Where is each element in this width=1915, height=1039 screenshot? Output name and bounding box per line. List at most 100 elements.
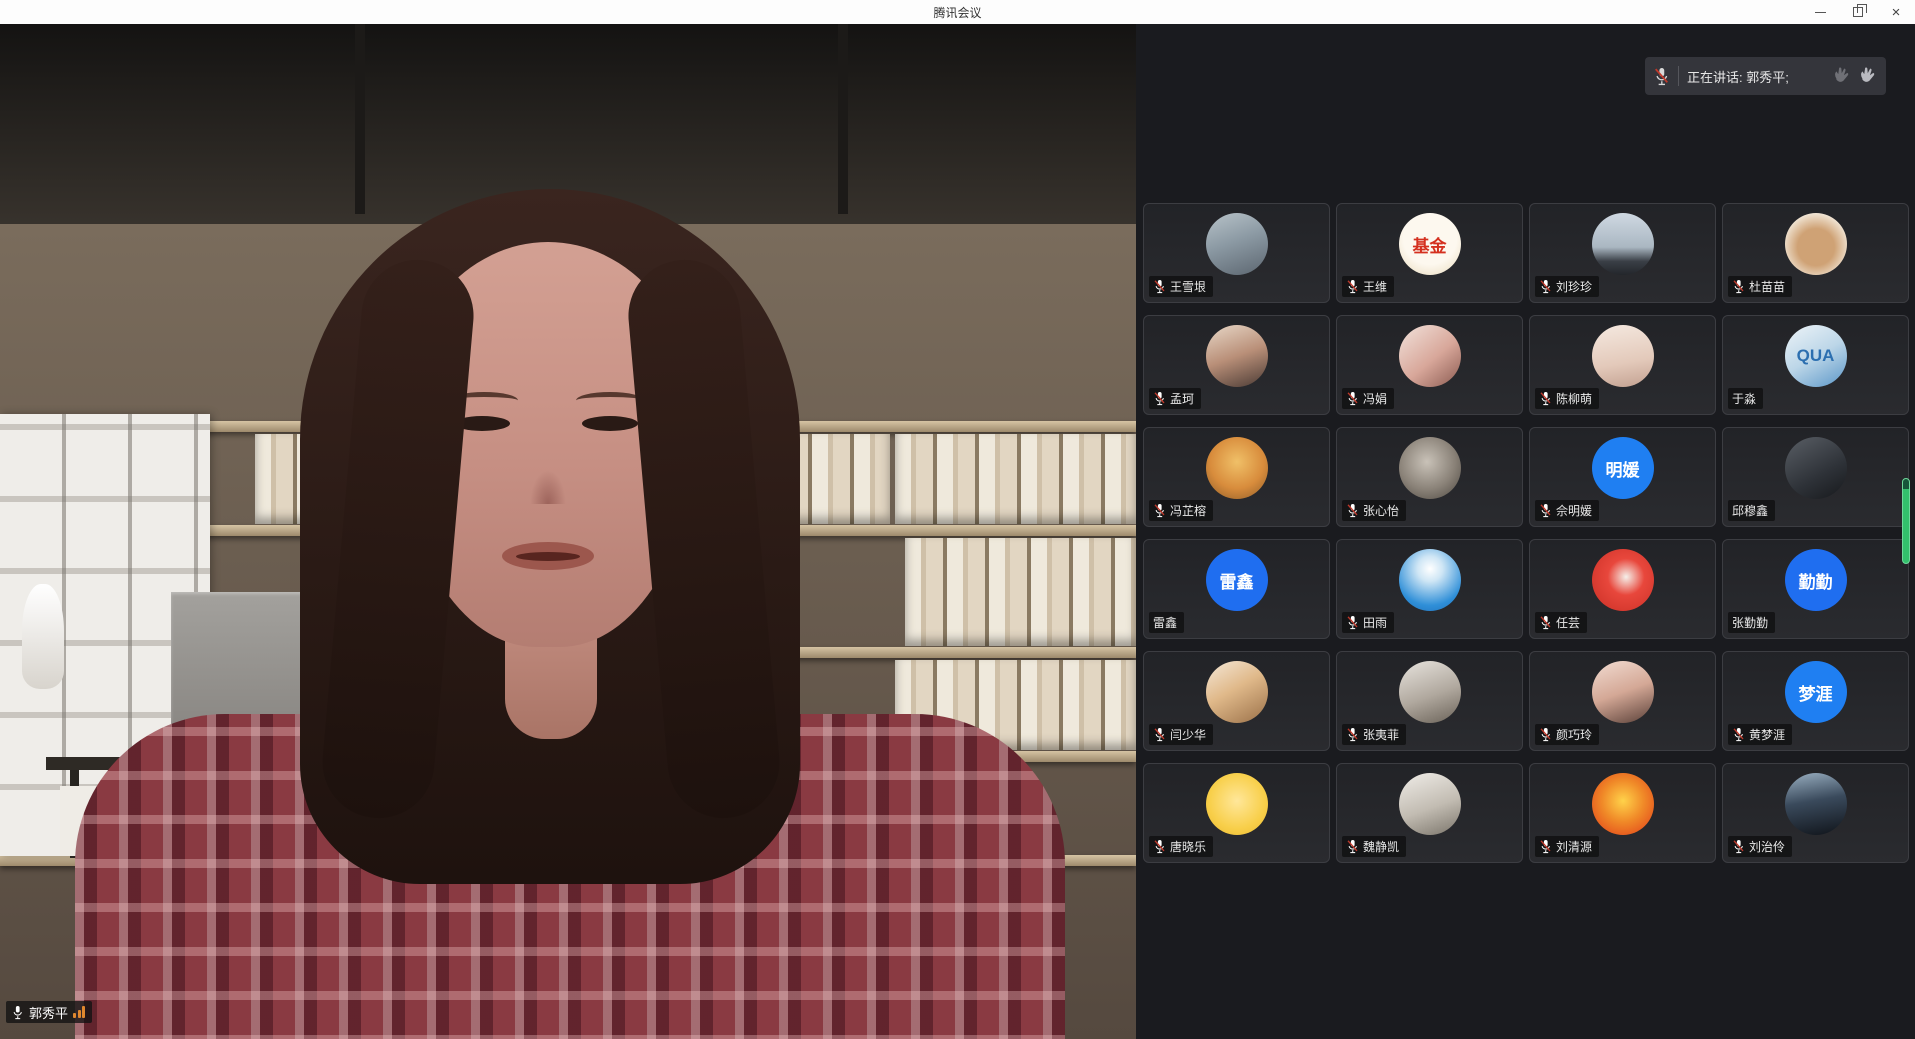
window-controls: × <box>1801 0 1915 24</box>
participant-name-pill: 黄梦涯 <box>1728 724 1792 745</box>
participant-avatar <box>1206 325 1268 387</box>
speaker-name: 郭秀平 <box>29 1003 68 1022</box>
participant-avatar <box>1592 661 1654 723</box>
participant-tile[interactable]: 梦涯 黄梦涯 <box>1722 651 1909 751</box>
participant-name: 刘治伶 <box>1749 838 1785 855</box>
mic-muted-icon <box>1346 615 1359 630</box>
participant-name-pill: 唐晓乐 <box>1149 836 1213 857</box>
participant-name-pill: 颜巧玲 <box>1535 724 1599 745</box>
restore-button[interactable] <box>1839 0 1877 24</box>
participant-name: 杜苗苗 <box>1749 278 1785 295</box>
participant-tile[interactable]: 张心怡 <box>1336 427 1523 527</box>
banner-actions <box>1830 65 1878 87</box>
participant-name: 魏静凯 <box>1363 838 1399 855</box>
participant-name-pill: 张勤勤 <box>1728 612 1775 633</box>
speaker-name-label: 郭秀平 <box>6 1001 92 1023</box>
mic-muted-icon <box>1153 839 1166 854</box>
participant-name: 闫少华 <box>1170 726 1206 743</box>
shelf-pole <box>838 24 848 214</box>
participant-name: 陈柳萌 <box>1556 390 1592 407</box>
participant-tile[interactable]: QUA 于淼 <box>1722 315 1909 415</box>
participant-name-pill: 田雨 <box>1342 612 1394 633</box>
participant-tile[interactable]: 陈柳萌 <box>1529 315 1716 415</box>
participant-tile[interactable]: 杜苗苗 <box>1722 203 1909 303</box>
participant-tile[interactable]: 冯娟 <box>1336 315 1523 415</box>
participant-name-pill: 张夷菲 <box>1342 724 1406 745</box>
participant-avatar <box>1785 213 1847 275</box>
books-row <box>905 538 1136 646</box>
speaker-eye <box>582 416 638 431</box>
minimize-button[interactable] <box>1801 0 1839 24</box>
participant-avatar <box>1399 773 1461 835</box>
participant-avatar <box>1785 773 1847 835</box>
participant-tile[interactable]: 邱穆鑫 <box>1722 427 1909 527</box>
participant-avatar <box>1399 549 1461 611</box>
participant-name: 王雪垠 <box>1170 278 1206 295</box>
mic-muted-icon <box>1539 839 1552 854</box>
participant-avatar <box>1206 437 1268 499</box>
participant-tile[interactable]: 颜巧玲 <box>1529 651 1716 751</box>
participant-avatar: QUA <box>1785 325 1847 387</box>
participant-name-pill: 冯娟 <box>1342 388 1394 409</box>
participant-tile[interactable]: 勤勤 张勤勤 <box>1722 539 1909 639</box>
participant-tile[interactable]: 魏静凯 <box>1336 763 1523 863</box>
scrollbar-thumb[interactable] <box>1902 478 1910 564</box>
mic-muted-icon <box>1732 279 1745 294</box>
hand-light-icon[interactable] <box>1856 65 1878 87</box>
mic-muted-icon <box>1153 503 1166 518</box>
books-row <box>895 434 1136 524</box>
signal-bars-icon <box>73 1006 85 1018</box>
participant-tile[interactable]: 刘珍珍 <box>1529 203 1716 303</box>
participant-avatar: 基金 <box>1399 213 1461 275</box>
mic-muted-icon <box>1732 727 1745 742</box>
participant-name: 田雨 <box>1363 614 1387 631</box>
mic-muted-icon <box>1153 391 1166 406</box>
participant-avatar <box>1206 661 1268 723</box>
participant-name: 冯娟 <box>1363 390 1387 407</box>
participant-avatar: 梦涯 <box>1785 661 1847 723</box>
mic-muted-icon <box>1539 279 1552 294</box>
participant-name-pill: 于淼 <box>1728 388 1763 409</box>
participant-tile[interactable]: 基金 王维 <box>1336 203 1523 303</box>
participant-name: 任芸 <box>1556 614 1580 631</box>
mic-muted-icon <box>1346 839 1359 854</box>
white-vase <box>22 584 64 689</box>
participant-tile[interactable]: 明媛 佘明媛 <box>1529 427 1716 527</box>
participant-name: 邱穆鑫 <box>1732 502 1768 519</box>
participant-name-pill: 张心怡 <box>1342 500 1406 521</box>
participant-name: 张夷菲 <box>1363 726 1399 743</box>
participant-tile[interactable]: 孟珂 <box>1143 315 1330 415</box>
participant-tile[interactable]: 唐晓乐 <box>1143 763 1330 863</box>
participant-tile[interactable]: 冯芷榕 <box>1143 427 1330 527</box>
speaking-banner-text: 正在讲话: 郭秀平; <box>1687 67 1822 86</box>
participant-avatar: 明媛 <box>1592 437 1654 499</box>
mic-muted-icon <box>1346 727 1359 742</box>
speaker-eyebrow <box>576 392 644 409</box>
participant-name-pill: 任芸 <box>1535 612 1587 633</box>
participant-tile[interactable]: 任芸 <box>1529 539 1716 639</box>
mic-on-icon <box>11 1005 24 1020</box>
participant-tile[interactable]: 王雪垠 <box>1143 203 1330 303</box>
participant-tile[interactable]: 闫少华 <box>1143 651 1330 751</box>
participant-grid: 王雪垠 基金 王维 <box>1143 203 1909 863</box>
mic-muted-icon <box>1346 279 1359 294</box>
mic-muted-icon <box>1539 615 1552 630</box>
participant-avatar: 雷鑫 <box>1206 549 1268 611</box>
participant-name: 刘清源 <box>1556 838 1592 855</box>
participant-avatar <box>1206 213 1268 275</box>
participant-avatar <box>1399 661 1461 723</box>
main-speaker-video[interactable]: 郭秀平 <box>0 24 1136 1039</box>
participant-tile[interactable]: 田雨 <box>1336 539 1523 639</box>
participant-tile[interactable]: 刘清源 <box>1529 763 1716 863</box>
participant-name: 佘明媛 <box>1556 502 1592 519</box>
participant-tile[interactable]: 张夷菲 <box>1336 651 1523 751</box>
participant-name-pill: 刘珍珍 <box>1535 276 1599 297</box>
hand-dark-icon[interactable] <box>1830 65 1852 87</box>
participant-tile[interactable]: 刘治伶 <box>1722 763 1909 863</box>
title-bar: 腾讯会议 × <box>0 0 1915 25</box>
participant-name: 冯芷榕 <box>1170 502 1206 519</box>
participant-tile[interactable]: 雷鑫 雷鑫 <box>1143 539 1330 639</box>
mic-muted-icon <box>1539 727 1552 742</box>
participant-name-pill: 闫少华 <box>1149 724 1213 745</box>
close-button[interactable]: × <box>1877 0 1915 24</box>
